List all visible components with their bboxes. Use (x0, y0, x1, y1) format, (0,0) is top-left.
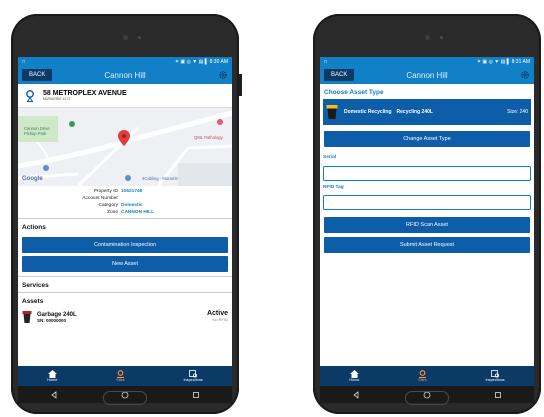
notification-icon: □ (22, 58, 26, 65)
map[interactable]: Cannon Drive Pickup Park QML Pathology 4… (18, 108, 232, 186)
serial-label: Serial (323, 155, 337, 160)
asset-size: Size: 240 (507, 109, 528, 115)
address-header: 58 METROPLEX AVENUE MURARRIE 4172 (18, 84, 232, 108)
back-triangle-icon[interactable] (50, 390, 58, 399)
rfid-tag-label: RFID Tag (323, 184, 344, 190)
nav-home[interactable]: Home (47, 370, 57, 382)
status-bar: □ ✶ ▣ ◎ ▼ ▤ ▌ 8:30 AM (18, 57, 232, 66)
info-row-category: Category Domestic (98, 203, 143, 208)
map-streets (18, 108, 232, 186)
home-icon (47, 370, 57, 378)
asset-type-name: Recycling 240L (396, 109, 433, 115)
camera (425, 35, 430, 40)
address-line2: MURARRIE 4172 (43, 97, 71, 101)
notification-icon: □ (324, 58, 328, 65)
volume-button[interactable] (239, 74, 242, 96)
back-triangle-icon[interactable] (352, 390, 360, 399)
rfid-tag-input[interactable] (323, 195, 531, 210)
bottom-nav: Home Sites Inspections (18, 366, 232, 386)
asset-status: Active No RFID (207, 310, 228, 322)
map-label-park: Cannon Drive Pickup Park (24, 126, 50, 136)
tablet-right: □ ✶ ▣ ◎ ▼ ▤ ▌ 8:31 AM BACK Cannon Hill C… (313, 14, 541, 414)
serial-input[interactable] (323, 165, 531, 181)
clock: 8:30 AM (209, 58, 228, 65)
status-icons: ✶ ▣ ◎ ▼ ▤ ▌ (174, 58, 209, 65)
asset-serial: SN: 00000000 (37, 317, 67, 323)
map-label-pathology: QML Pathology (194, 135, 223, 140)
map-marker-icon (118, 130, 130, 146)
address-line1: 58 METROPLEX AVENUE (43, 90, 127, 97)
camera (123, 35, 128, 40)
google-logo: Google (22, 176, 43, 182)
info-row-property-id: Property ID 10621746 (93, 189, 143, 194)
property-info: Property ID 10621746 Account Number Cate… (18, 186, 232, 218)
sensor (138, 36, 141, 39)
inspection-icon (188, 370, 197, 378)
map-label-cabling: 4Cabling - Murarrie (142, 176, 178, 181)
gear-icon[interactable] (520, 70, 530, 80)
new-asset-button[interactable]: New Asset (22, 256, 228, 272)
nav-home[interactable]: Home (349, 370, 359, 382)
services-heading: Services (18, 276, 232, 292)
bottom-nav: Home Sites Inspections (320, 366, 534, 386)
recents-square-icon[interactable] (192, 391, 200, 399)
location-pin-icon (26, 89, 34, 102)
home-icon (349, 370, 359, 378)
sensor (440, 36, 443, 39)
info-row-account-number: Account Number (82, 196, 118, 201)
selected-asset-type[interactable]: Domestic Recycling Recycling 240L Size: … (323, 99, 531, 125)
nav-sites[interactable]: Sites (116, 370, 125, 382)
info-row-zone: Zone CANNON HILL (107, 210, 155, 215)
rfid-scan-asset-button[interactable]: RFID Scan Asset (324, 217, 530, 233)
back-button[interactable]: BACK (22, 69, 53, 81)
contamination-inspection-button[interactable]: Contamination Inspection (22, 237, 228, 253)
actions-heading: Actions (18, 218, 232, 234)
gear-icon[interactable] (218, 70, 228, 80)
inspection-icon (490, 370, 499, 378)
asset-category: Domestic Recycling (344, 109, 392, 115)
tablet-left: □ ✶ ▣ ◎ ▼ ▤ ▌ 8:30 AM BACK Cannon Hill 5… (11, 14, 242, 414)
asset-status-text: Active (206, 310, 228, 317)
nav-inspections[interactable]: Inspections (184, 370, 203, 382)
clock: 8:31 AM (511, 58, 530, 65)
recycling-bin-icon (326, 105, 338, 119)
location-pin-icon (116, 370, 124, 378)
location-pin-icon (418, 370, 426, 378)
asset-rfid-text: No RFID (212, 317, 228, 322)
recents-square-icon[interactable] (494, 391, 502, 399)
nav-inspections[interactable]: Inspections (486, 370, 505, 382)
stage: □ ✶ ▣ ◎ ▼ ▤ ▌ 8:30 AM BACK Cannon Hill 5… (0, 0, 544, 417)
asset-list-item[interactable]: Garbage 240L SN: 00000000 Active No RFID (18, 308, 232, 326)
garbage-bin-icon (22, 311, 32, 323)
hardware-home-button[interactable] (103, 391, 147, 405)
assets-heading: Assets (18, 292, 232, 308)
back-button[interactable]: BACK (324, 69, 355, 81)
top-bar: BACK Cannon Hill (18, 66, 232, 84)
change-asset-type-button[interactable]: Change Asset Type (324, 131, 530, 147)
screen-new-asset: □ ✶ ▣ ◎ ▼ ▤ ▌ 8:31 AM BACK Cannon Hill C… (320, 57, 534, 403)
hardware-home-button[interactable] (405, 391, 449, 405)
top-bar: BACK Cannon Hill (320, 66, 534, 84)
screen-site-details: □ ✶ ▣ ◎ ▼ ▤ ▌ 8:30 AM BACK Cannon Hill 5… (18, 57, 232, 403)
nav-sites[interactable]: Sites (418, 370, 427, 382)
submit-asset-request-button[interactable]: Submit Asset Request (324, 237, 530, 253)
status-bar: □ ✶ ▣ ◎ ▼ ▤ ▌ 8:31 AM (320, 57, 534, 66)
choose-asset-type-heading: Choose Asset Type (324, 89, 384, 96)
asset-name: Garbage 240L (37, 311, 77, 318)
status-icons: ✶ ▣ ◎ ▼ ▤ ▌ (476, 58, 511, 65)
